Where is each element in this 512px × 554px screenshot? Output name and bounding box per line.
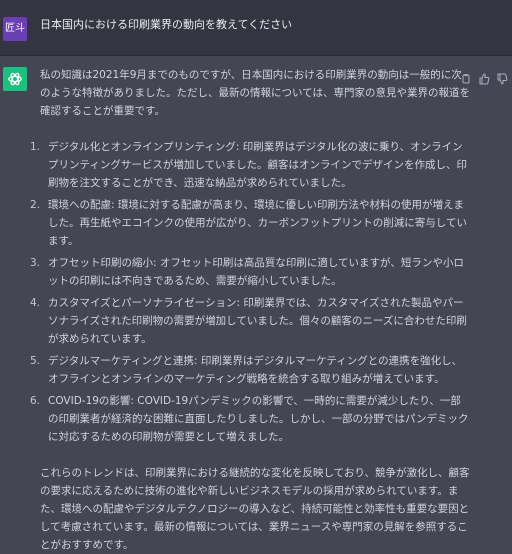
list-item: 5. デジタルマーケティングと連携: 印刷業界はデジタルマーケティングとの連携を強… [30, 352, 470, 388]
list-item: 2. 環境への配慮: 環境に対する配慮が高まり、環境に優しい印刷方法や材料の使用が… [30, 196, 470, 250]
user-message-row: 匠斗 日本国内における印刷業界の動向を教えてください [0, 0, 512, 56]
thumbs-down-icon[interactable] [496, 70, 508, 85]
list-item: 6. COVID-19の影響: COVID-19パンデミックの影響で、一時的に需要… [30, 392, 470, 446]
list-item-number: 3. [30, 257, 41, 269]
list-item-text: デジタルマーケティングと連携: 印刷業界はデジタルマーケティングとの連携を強化し… [48, 355, 463, 385]
thumbs-up-icon[interactable] [478, 70, 490, 85]
list-item-number: 1. [30, 141, 41, 153]
assistant-intro-text: 私の知識は2021年9月までのものですが、日本国内における印刷業界の動向は一般的… [40, 69, 470, 117]
trend-list: 1. デジタル化とオンラインプリンティング: 印刷業界はデジタル化の波に乗り、オン… [30, 138, 470, 446]
list-item-number: 5. [30, 355, 41, 367]
list-item-text: オフセット印刷の縮小: オフセット印刷は高品質な印刷に適していますが、短ランや小… [48, 257, 464, 287]
list-item: 3. オフセット印刷の縮小: オフセット印刷は高品質な印刷に適していますが、短ラン… [30, 254, 470, 290]
assistant-message-row: 私の知識は2021年9月までのものですが、日本国内における印刷業界の動向は一般的… [0, 56, 512, 551]
openai-logo-icon [3, 67, 27, 91]
list-item: 4. カスタマイズとパーソナライゼーション: 印刷業界では、カスタマイズされた製品… [30, 294, 470, 348]
user-message-text: 日本国内における印刷業界の動向を教えてください [40, 18, 293, 31]
list-item: 1. デジタル化とオンラインプリンティング: 印刷業界はデジタル化の波に乗り、オン… [30, 138, 470, 192]
list-item-text: 環境への配慮: 環境に対する配慮が高まり、環境に優しい印刷方法や材料の使用が増え… [48, 199, 467, 247]
list-item-text: デジタル化とオンラインプリンティング: 印刷業界はデジタル化の波に乗り、オンライ… [48, 141, 468, 189]
list-item-number: 6. [30, 395, 41, 407]
list-item-number: 4. [30, 297, 41, 309]
list-item-text: カスタマイズとパーソナライゼーション: 印刷業界では、カスタマイズされた製品やパ… [48, 297, 467, 345]
list-item-number: 2. [30, 199, 41, 211]
assistant-outro-text: これらのトレンドは、印刷業界における継続的な変化を反映しており、競争が激化し、顧… [40, 467, 470, 551]
user-avatar: 匠斗 [3, 17, 27, 41]
assistant-message-content: 私の知識は2021年9月までのものですが、日本国内における印刷業界の動向は一般的… [30, 66, 470, 554]
list-item-text: COVID-19の影響: COVID-19パンデミックの影響で、一時的に需要が減… [48, 395, 469, 443]
